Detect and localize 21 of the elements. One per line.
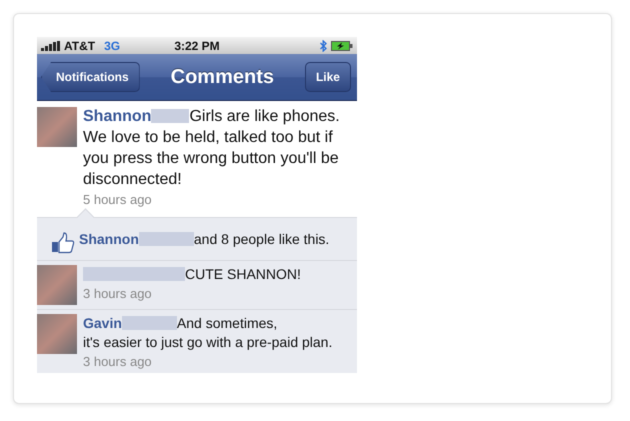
author-link[interactable]: Shannon [83,108,152,125]
avatar-placeholder [37,265,77,305]
screen-title: Comments [170,66,274,88]
thumbs-up-icon [51,232,75,254]
post-text: Shannon Girls are like phones. We love to be held, talked too but if you press the wrong button you'll be disconnected! [83,107,341,190]
post-time: 5 hours ago [83,192,153,207]
network-label: 3G [104,38,120,52]
likes-text: Shannon and 8 people like this. [79,230,330,249]
comment-text: Gavin And sometimes, it's easier to just go with a pre-paid plan. [83,314,332,352]
avatar-placeholder [37,107,77,147]
like-button[interactable]: Like [304,62,351,92]
author-link[interactable]: Shannon [79,231,139,247]
comment-text: CUTE SHANNON! [83,265,301,284]
signal-icon [41,40,60,50]
author-link[interactable]: Gavin [83,315,122,331]
carrier-label: AT&T [64,38,96,52]
avatar-placeholder [37,314,77,354]
comment-time: 3 hours ago [83,286,153,301]
back-button[interactable]: Notifications [41,62,140,92]
status-time: 3:22 PM [174,38,220,52]
comment-time: 3 hours ago [83,354,153,369]
